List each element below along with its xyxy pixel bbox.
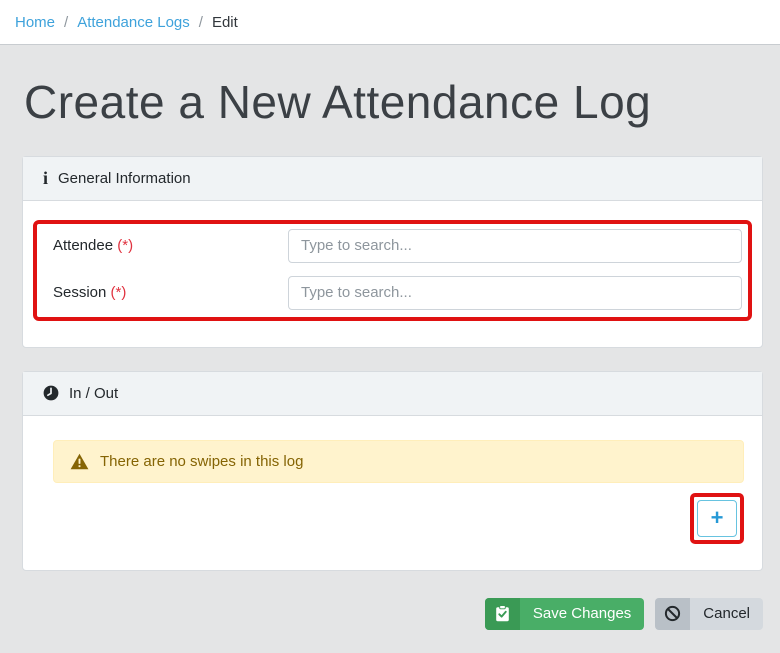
required-mark: (*) — [110, 284, 127, 302]
attendee-form-row: Attendee (*) — [50, 228, 742, 263]
form-actions: Save Changes Cancel — [22, 597, 763, 630]
cancel-label: Cancel — [703, 605, 750, 623]
no-swipes-alert: There are no swipes in this log — [53, 439, 744, 483]
clock-icon — [43, 385, 59, 401]
cancel-button[interactable]: Cancel — [655, 597, 763, 630]
plus-icon: + — [710, 505, 724, 531]
in-out-card: In / Out There are no swipes in this log… — [22, 370, 763, 571]
general-information-card-title: General Information — [58, 169, 191, 187]
breadcrumb-current: Edit — [211, 13, 238, 31]
breadcrumb-separator: / — [198, 13, 203, 31]
session-search-input[interactable] — [288, 275, 742, 310]
attendee-label: Attendee (*) — [53, 237, 134, 255]
save-changes-button[interactable]: Save Changes — [484, 597, 645, 630]
general-information-card-body: Attendee (*) Session (*) — [23, 201, 762, 347]
in-out-card-body: There are no swipes in this log + — [23, 416, 762, 570]
general-information-card: i General Information Attendee (*) Sessi… — [22, 155, 763, 348]
attendee-search-input[interactable] — [288, 228, 742, 263]
required-mark: (*) — [117, 237, 134, 255]
breadcrumb: Home / Attendance Logs / Edit — [0, 0, 780, 45]
add-swipe-row: + — [53, 492, 744, 544]
info-icon: i — [43, 168, 49, 189]
ban-icon — [655, 597, 691, 630]
breadcrumb-separator: / — [64, 13, 69, 31]
no-swipes-alert-text: There are no swipes in this log — [100, 452, 304, 470]
breadcrumb-attendance-logs-link[interactable]: Attendance Logs — [77, 14, 190, 31]
page-title: Create a New Attendance Log — [24, 76, 652, 128]
in-out-card-title: In / Out — [69, 384, 119, 402]
annotation-highlight-fields: Attendee (*) Session (*) — [33, 219, 752, 321]
session-label: Session (*) — [53, 284, 127, 302]
clipboard-check-icon — [484, 597, 520, 630]
save-changes-label: Save Changes — [532, 605, 632, 623]
add-swipe-button[interactable]: + — [697, 499, 737, 537]
main-content: Create a New Attendance Log i General In… — [0, 76, 780, 630]
annotation-highlight-add-button: + — [690, 492, 744, 544]
warning-icon — [70, 453, 89, 470]
general-information-card-header: i General Information — [23, 156, 762, 201]
session-form-row: Session (*) — [50, 275, 742, 310]
in-out-card-header: In / Out — [23, 371, 762, 416]
breadcrumb-home-link[interactable]: Home — [15, 14, 55, 31]
